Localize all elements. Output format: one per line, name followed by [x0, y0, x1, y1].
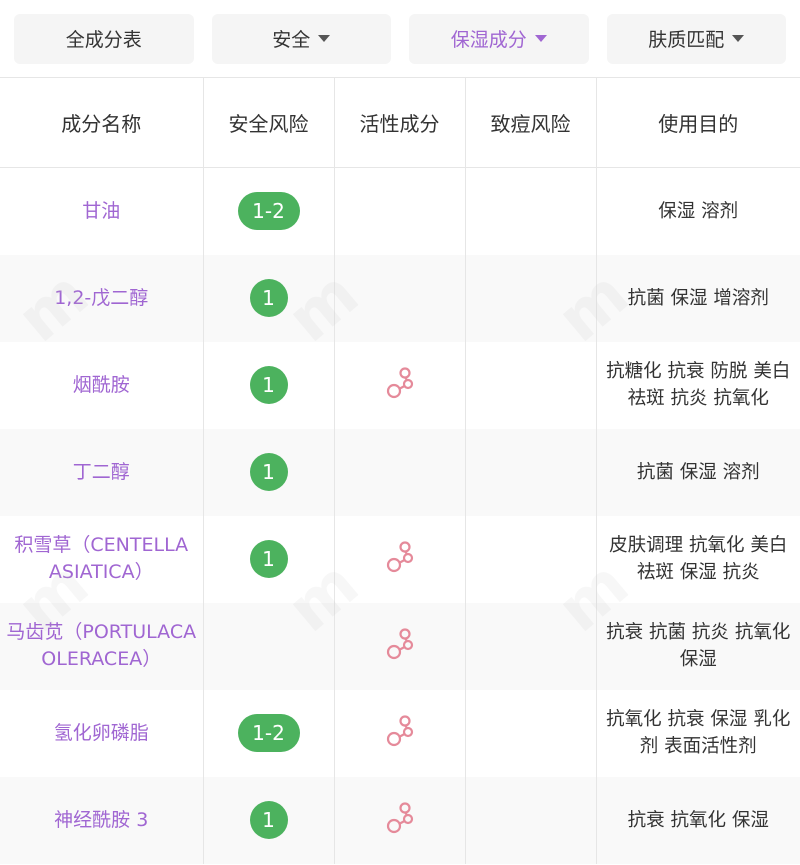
risk-badge: 1: [249, 801, 288, 839]
ingredient-name-cell[interactable]: 甘油: [0, 167, 204, 255]
table-row[interactable]: 积雪草（CENTELLA ASIATICA） 1 皮肤调理 抗氧化 美白祛斑 保湿 …: [0, 515, 800, 603]
molecule-icon: [386, 367, 413, 399]
table-row[interactable]: 神经酰胺 3 1 抗衰 抗氧化 保湿: [0, 776, 800, 864]
filter-moisturizing[interactable]: 保湿成分: [409, 13, 589, 64]
active-ingredient-cell: [334, 515, 466, 603]
header-active-ingredient: 活性成分: [334, 78, 466, 168]
acne-risk-cell: [465, 254, 597, 342]
purpose-text: 抗衰 抗氧化 保湿: [627, 809, 769, 831]
header-acne-risk: 致痘风险: [465, 78, 597, 168]
acne-risk-cell: [465, 428, 597, 516]
ingredient-name-cell[interactable]: 马齿苋（PORTULACA OLERACEA）: [0, 602, 204, 690]
risk-badge: 1-2: [237, 192, 300, 231]
ingredient-name[interactable]: 烟酰胺: [6, 372, 197, 399]
caret-down-icon: [534, 35, 547, 42]
ingredient-name[interactable]: 1,2-戊二醇: [6, 285, 197, 312]
purpose-cell: 抗糖化 抗衰 防脱 美白祛斑 抗炎 抗氧化: [596, 342, 800, 429]
active-ingredient-cell: [334, 689, 466, 777]
safety-risk-cell: 1: [203, 341, 335, 429]
purpose-text: 皮肤调理 抗氧化 美白祛斑 保湿 抗炎: [609, 535, 788, 583]
safety-risk-cell: 1: [203, 776, 335, 864]
ingredient-name-cell[interactable]: 氢化卵磷脂: [0, 689, 204, 777]
table-row[interactable]: 烟酰胺 1 抗糖化 抗衰 防脱 美白祛斑 抗炎 抗氧化: [0, 341, 800, 429]
acne-risk-cell: [465, 515, 597, 603]
caret-down-icon: [732, 35, 745, 42]
active-ingredient-cell: [334, 341, 466, 429]
molecule-icon: [386, 715, 413, 747]
filter-bar: 全成分表 安全 保湿成分 肤质匹配: [0, 0, 800, 78]
active-ingredient-cell: [334, 167, 466, 255]
acne-risk-cell: [465, 167, 597, 255]
table-row[interactable]: 氢化卵磷脂 1-2 抗氧化 抗衰 保湿 乳化剂 表面活性剂: [0, 689, 800, 777]
purpose-text: 保湿 溶剂: [658, 200, 739, 222]
ingredient-name[interactable]: 甘油: [6, 198, 197, 225]
safety-risk-cell: 1: [203, 254, 335, 342]
risk-badge: 1: [249, 366, 288, 404]
purpose-text: 抗菌 保湿 增溶剂: [627, 287, 769, 309]
acne-risk-cell: [465, 776, 597, 864]
safety-risk-cell: 1-2: [203, 167, 335, 255]
purpose-cell: 抗衰 抗氧化 保湿: [596, 776, 800, 864]
ingredient-table: 成分名称 安全风险 活性成分 致痘风险 使用目的 甘油 1-2 保湿 溶剂 1,2-戊…: [0, 78, 800, 864]
table-header-row: 成分名称 安全风险 活性成分 致痘风险 使用目的: [0, 78, 800, 168]
filter-label: 安全: [272, 29, 311, 51]
purpose-text: 抗糖化 抗衰 防脱 美白祛斑 抗炎 抗氧化: [606, 361, 791, 409]
ingredient-name-cell[interactable]: 烟酰胺: [0, 341, 204, 429]
active-ingredient-cell: [334, 428, 466, 516]
risk-badge: 1: [249, 453, 288, 491]
ingredient-name[interactable]: 氢化卵磷脂: [6, 720, 197, 747]
filter-label: 保湿成分: [450, 29, 527, 51]
acne-risk-cell: [465, 689, 597, 777]
ingredient-name[interactable]: 丁二醇: [6, 459, 197, 486]
filter-skin-match[interactable]: 肤质匹配: [606, 13, 786, 64]
purpose-text: 抗菌 保湿 溶剂: [636, 461, 760, 483]
filter-label: 肤质匹配: [648, 29, 725, 51]
table-row[interactable]: 甘油 1-2 保湿 溶剂: [0, 167, 800, 255]
ingredient-name[interactable]: 马齿苋（PORTULACA OLERACEA）: [6, 619, 197, 673]
ingredient-name[interactable]: 积雪草（CENTELLA ASIATICA）: [6, 532, 197, 586]
acne-risk-cell: [465, 602, 597, 690]
safety-risk-cell: 1: [203, 515, 335, 603]
header-ingredient-name: 成分名称: [0, 78, 204, 168]
acne-risk-cell: [465, 341, 597, 429]
molecule-icon: [386, 628, 413, 660]
filter-all-ingredients[interactable]: 全成分表: [14, 13, 194, 64]
purpose-cell: 抗菌 保湿 增溶剂: [596, 254, 800, 342]
table-row[interactable]: 丁二醇 1 抗菌 保湿 溶剂: [0, 428, 800, 516]
active-ingredient-cell: [334, 602, 466, 690]
header-safety-risk: 安全风险: [203, 78, 335, 168]
filter-label: 全成分表: [65, 29, 142, 51]
purpose-cell: 保湿 溶剂: [596, 168, 800, 255]
risk-badge: 1-2: [237, 714, 300, 752]
safety-risk-cell: 1: [203, 428, 335, 516]
ingredient-name-cell[interactable]: 积雪草（CENTELLA ASIATICA）: [0, 515, 204, 603]
purpose-cell: 抗氧化 抗衰 保湿 乳化剂 表面活性剂: [596, 690, 800, 777]
ingredient-name-cell[interactable]: 神经酰胺 3: [0, 776, 204, 864]
purpose-text: 抗衰 抗菌 抗炎 抗氧化 保湿: [606, 622, 791, 670]
active-ingredient-cell: [334, 254, 466, 342]
purpose-cell: 皮肤调理 抗氧化 美白祛斑 保湿 抗炎: [596, 516, 800, 603]
molecule-icon: [386, 802, 413, 834]
active-ingredient-cell: [334, 776, 466, 864]
header-purpose: 使用目的: [596, 78, 800, 168]
purpose-cell: 抗衰 抗菌 抗炎 抗氧化 保湿: [596, 602, 800, 690]
table-row[interactable]: 马齿苋（PORTULACA OLERACEA） 抗衰 抗菌 抗炎 抗氧化 保湿: [0, 602, 800, 690]
safety-risk-cell: [203, 602, 335, 690]
caret-down-icon: [318, 35, 331, 42]
risk-badge: 1: [249, 279, 288, 317]
safety-risk-cell: 1-2: [203, 689, 335, 777]
molecule-icon: [386, 541, 413, 573]
ingredient-name[interactable]: 神经酰胺 3: [6, 807, 197, 834]
filter-safety[interactable]: 安全: [211, 13, 391, 64]
table-row[interactable]: 1,2-戊二醇 1 抗菌 保湿 增溶剂: [0, 254, 800, 342]
ingredient-name-cell[interactable]: 1,2-戊二醇: [0, 254, 204, 342]
purpose-cell: 抗菌 保湿 溶剂: [596, 428, 800, 516]
risk-badge: 1: [249, 540, 288, 578]
purpose-text: 抗氧化 抗衰 保湿 乳化剂 表面活性剂: [606, 709, 791, 757]
ingredient-name-cell[interactable]: 丁二醇: [0, 428, 204, 516]
